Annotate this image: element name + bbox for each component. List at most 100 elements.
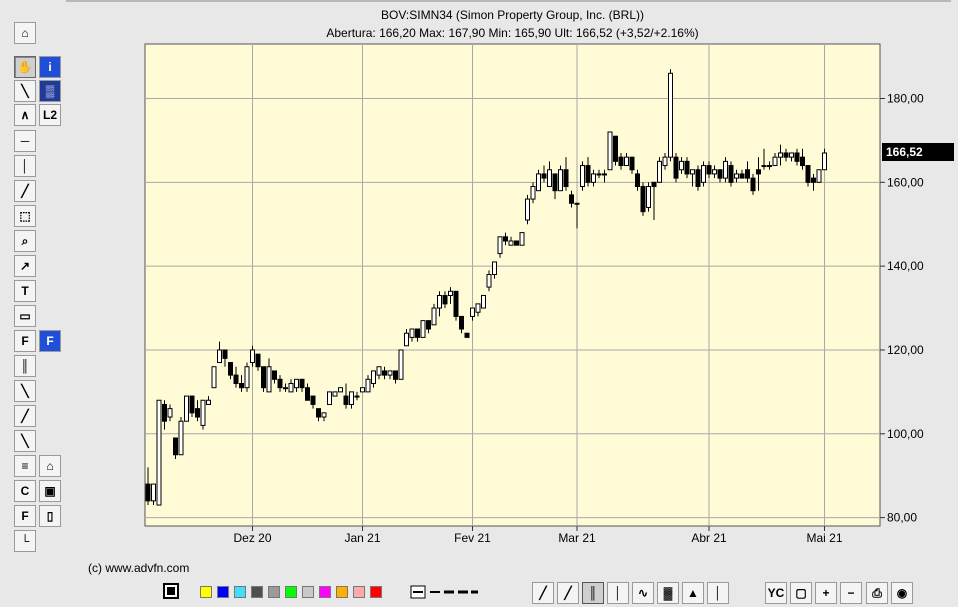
candle-body xyxy=(706,165,712,175)
candle-body xyxy=(426,320,431,330)
candle-body xyxy=(343,395,349,405)
candle-body xyxy=(459,315,464,330)
candle-body xyxy=(283,387,288,390)
candle-body xyxy=(651,181,657,188)
candle-body xyxy=(800,156,805,167)
color-swatch[interactable] xyxy=(251,586,263,598)
candle-body xyxy=(805,165,811,183)
zoom-box-icon: ▢ xyxy=(795,586,807,600)
zoom-in-icon: + xyxy=(822,586,830,600)
candle-body xyxy=(613,135,618,162)
candle-body xyxy=(200,399,206,426)
line-chart-icon: ╱ xyxy=(539,586,547,600)
candle-body xyxy=(596,173,602,176)
y-tick-label: 180,00 xyxy=(887,91,924,105)
candle-body xyxy=(387,370,393,376)
color-swatch[interactable] xyxy=(200,586,212,598)
candle-body xyxy=(816,169,822,183)
ohlc-bar-icon: │ xyxy=(614,586,622,600)
print-button[interactable]: ⎙ xyxy=(866,582,888,604)
plot-area xyxy=(144,43,881,527)
area-chart-icon: ▲ xyxy=(687,586,699,600)
color-swatch[interactable] xyxy=(319,586,331,598)
candle-body xyxy=(277,378,283,389)
hlc-bar-button[interactable]: │ xyxy=(707,582,729,604)
candle-body xyxy=(162,403,167,422)
candle-body xyxy=(618,156,624,167)
last-price-tag: 166,52 xyxy=(882,143,954,161)
mountain-button[interactable]: ∿ xyxy=(632,582,654,604)
print-icon: ⎙ xyxy=(872,586,882,600)
candle-body xyxy=(761,165,767,168)
candle-body xyxy=(772,156,778,167)
bottom-toolbar: ╱ ╱ ║ │ ∿ ▓ ▲ │ YC ▢ + − ⎙ ◉ xyxy=(0,581,958,605)
candle-body xyxy=(415,328,420,338)
candle-body xyxy=(541,173,547,179)
candle-body xyxy=(288,382,294,393)
candle-body xyxy=(173,437,178,456)
x-tick-label: Dez 20 xyxy=(233,531,271,545)
candle-body xyxy=(767,165,772,168)
candle-body xyxy=(728,165,734,183)
candle-body xyxy=(679,160,684,171)
color-swatch[interactable] xyxy=(285,586,297,598)
candle-body xyxy=(552,173,558,192)
y-tick-label: 100,00 xyxy=(887,427,924,441)
line-chart-button[interactable]: ╱ xyxy=(532,582,554,604)
candle-body xyxy=(338,387,343,393)
yield-curve-button[interactable]: YC xyxy=(765,582,787,604)
x-tick-label: Mai 21 xyxy=(806,531,842,545)
candle-body xyxy=(156,399,162,506)
candle-body xyxy=(178,420,184,456)
color-swatch[interactable] xyxy=(302,586,314,598)
candle-body xyxy=(673,156,679,179)
candle-body xyxy=(481,294,486,309)
candle-body xyxy=(607,131,613,171)
zoom-box-button[interactable]: ▢ xyxy=(790,582,812,604)
candle-body xyxy=(151,483,156,502)
candle-body xyxy=(668,72,673,158)
candle-body xyxy=(195,408,200,418)
candle-body xyxy=(431,307,437,326)
candlestick-button[interactable]: ║ xyxy=(582,582,604,604)
candle-body xyxy=(789,152,794,158)
candle-body xyxy=(453,290,459,317)
color-swatch[interactable] xyxy=(268,586,280,598)
candle-body xyxy=(239,382,244,389)
candle-body xyxy=(695,169,701,188)
ohlc-bar-button[interactable]: │ xyxy=(607,582,629,604)
candle-body xyxy=(530,186,536,200)
candle-body xyxy=(574,202,580,205)
candle-body xyxy=(475,303,481,313)
ohlc-line-button[interactable]: ╱ xyxy=(557,582,579,604)
heikin-ashi-button[interactable]: ▓ xyxy=(657,582,679,604)
candle-body xyxy=(717,169,723,179)
candle-body xyxy=(591,173,596,183)
candle-body xyxy=(222,349,228,359)
candle-body xyxy=(233,374,239,384)
screenshot-button[interactable]: ◉ xyxy=(891,582,913,604)
color-swatch[interactable] xyxy=(353,586,365,598)
candle-body xyxy=(783,152,789,158)
candle-body xyxy=(794,152,800,162)
candle-body xyxy=(503,236,508,242)
color-swatch[interactable] xyxy=(234,586,246,598)
current-color-swatch[interactable] xyxy=(163,583,179,599)
color-swatch[interactable] xyxy=(336,586,348,598)
line-style-picker[interactable] xyxy=(410,584,480,600)
color-swatch[interactable] xyxy=(370,586,382,598)
candlestick-icon: ║ xyxy=(588,586,598,600)
candle-body xyxy=(376,366,382,376)
candle-body xyxy=(662,156,668,167)
heikin-ashi-icon: ▓ xyxy=(663,586,673,600)
area-chart-button[interactable]: ▲ xyxy=(682,582,704,604)
candle-body xyxy=(525,198,530,221)
price-chart[interactable]: 80,00 100,00 120,00 140,00 160,00 180,00 Dez 2… xyxy=(0,0,958,560)
x-tick-label: Mar 21 xyxy=(558,531,596,545)
zoom-in-button[interactable]: + xyxy=(815,582,837,604)
zoom-out-button[interactable]: − xyxy=(840,582,862,604)
candle-body xyxy=(305,387,310,401)
candle-body xyxy=(393,370,398,380)
color-swatch[interactable] xyxy=(217,586,229,598)
candle-body xyxy=(261,366,266,389)
